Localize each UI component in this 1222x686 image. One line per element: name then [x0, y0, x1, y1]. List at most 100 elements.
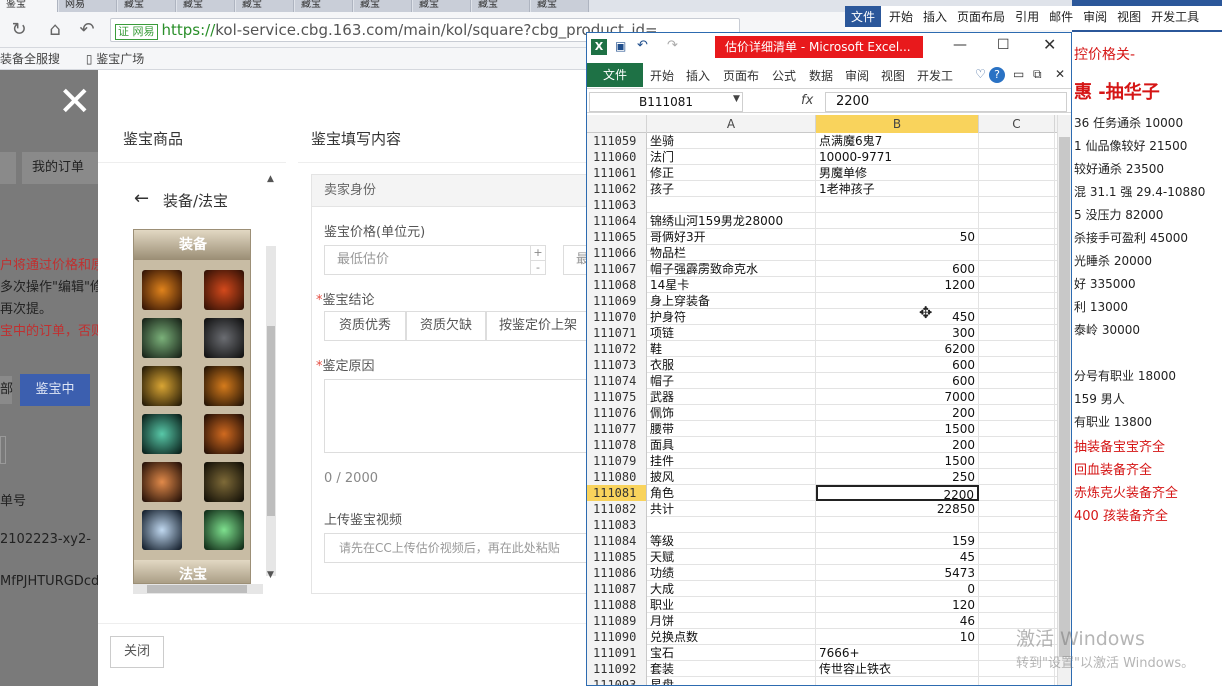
cell-c[interactable]: [979, 677, 1055, 685]
vertical-scrollbar[interactable]: [266, 246, 276, 576]
ribbon-minimize-icon[interactable]: ▭: [1013, 67, 1024, 81]
row-number[interactable]: 111077: [587, 421, 647, 437]
cell-c[interactable]: [979, 501, 1055, 517]
cell-b[interactable]: 0: [816, 581, 979, 597]
cell-c[interactable]: [979, 229, 1055, 245]
cell-b[interactable]: 450: [816, 309, 979, 325]
filter-active-button[interactable]: 鉴宝中: [20, 374, 90, 406]
browser-tab[interactable]: 藏宝: [354, 0, 412, 12]
cell-a[interactable]: 身上穿装备: [647, 293, 816, 309]
ribbon-close-icon[interactable]: ✕: [1055, 67, 1065, 81]
row-number[interactable]: 111075: [587, 389, 647, 405]
cell-b[interactable]: 250: [816, 469, 979, 485]
cell-c[interactable]: [979, 197, 1055, 213]
cell-a[interactable]: 佩饰: [647, 405, 816, 421]
cell-a[interactable]: 法门: [647, 149, 816, 165]
row-number[interactable]: 111084: [587, 533, 647, 549]
row-number[interactable]: 111073: [587, 357, 647, 373]
row-number[interactable]: 111061: [587, 165, 647, 181]
select-all-corner[interactable]: [587, 115, 647, 133]
video-link-input[interactable]: 请先在CC上传估价视频后，再在此处粘贴: [324, 533, 604, 563]
chevron-down-icon[interactable]: ▼: [733, 94, 740, 104]
row-number[interactable]: 111089: [587, 613, 647, 629]
filter-all-button[interactable]: 部: [0, 376, 13, 404]
cell-c[interactable]: [979, 581, 1055, 597]
cell-a[interactable]: 护身符: [647, 309, 816, 325]
cell-a[interactable]: 挂件: [647, 453, 816, 469]
cell-a[interactable]: 锦绣山河159男龙28000: [647, 213, 816, 229]
cell-c[interactable]: [979, 277, 1055, 293]
word-tab[interactable]: 开始: [889, 10, 913, 24]
row-number[interactable]: 111060: [587, 149, 647, 165]
browser-tab[interactable]: 藏宝: [413, 0, 471, 12]
column-header-c[interactable]: C: [979, 115, 1055, 133]
cell-c[interactable]: [979, 149, 1055, 165]
cell-c[interactable]: [979, 165, 1055, 181]
equip-orb-icon[interactable]: [204, 510, 244, 550]
close-icon[interactable]: ✕: [58, 82, 92, 122]
row-number[interactable]: 111066: [587, 245, 647, 261]
cell-a[interactable]: 孩子: [647, 181, 816, 197]
cell-b[interactable]: [816, 213, 979, 229]
cell-b[interactable]: 120: [816, 597, 979, 613]
cell-a[interactable]: 帽子强霹雳致命克水: [647, 261, 816, 277]
word-tab[interactable]: 邮件: [1049, 10, 1073, 24]
word-tab[interactable]: 开发工具: [1151, 10, 1199, 24]
cell-b[interactable]: 600: [816, 261, 979, 277]
tab-jianbao[interactable]: [0, 152, 16, 184]
row-number[interactable]: 111079: [587, 453, 647, 469]
row-number[interactable]: 111083: [587, 517, 647, 533]
checkbox[interactable]: [0, 436, 6, 464]
browser-tab[interactable]: 网易: [59, 0, 117, 12]
formula-input[interactable]: 2200: [825, 92, 1067, 112]
column-header-b[interactable]: B: [816, 115, 979, 133]
row-number[interactable]: 111068: [587, 277, 647, 293]
maximize-icon[interactable]: ☐: [997, 37, 1010, 53]
word-file-tab[interactable]: 文件: [845, 6, 882, 27]
cell-c[interactable]: [979, 469, 1055, 485]
cell-b[interactable]: 1500: [816, 453, 979, 469]
scroll-up-icon[interactable]: ▲: [267, 174, 274, 184]
cell-a[interactable]: 鞋: [647, 341, 816, 357]
cell-a[interactable]: 大成: [647, 581, 816, 597]
cell-a[interactable]: [647, 197, 816, 213]
cell-a[interactable]: 衣服: [647, 357, 816, 373]
row-number[interactable]: 111086: [587, 565, 647, 581]
cell-c[interactable]: [979, 405, 1055, 421]
cell-b[interactable]: 600: [816, 357, 979, 373]
cell-b[interactable]: 45: [816, 549, 979, 565]
row-number[interactable]: 111071: [587, 325, 647, 341]
horizontal-scrollbar[interactable]: [133, 584, 263, 594]
minimize-icon[interactable]: —: [953, 37, 967, 53]
ribbon-restore-icon[interactable]: ⧉: [1033, 67, 1042, 82]
cell-c[interactable]: [979, 245, 1055, 261]
ribbon-tab[interactable]: 公式: [772, 67, 796, 84]
scroll-down-icon[interactable]: ▼: [267, 570, 274, 580]
word-tab[interactable]: 审阅: [1083, 10, 1107, 24]
row-number[interactable]: 111085: [587, 549, 647, 565]
bookmark-item[interactable]: 鉴宝广场: [96, 52, 144, 66]
word-tab[interactable]: 页面布局: [957, 10, 1005, 24]
row-number[interactable]: 111078: [587, 437, 647, 453]
cell-b[interactable]: 点满魔6鬼7: [816, 133, 979, 149]
refresh-icon[interactable]: ↻: [8, 19, 30, 41]
cell-b[interactable]: 7000: [816, 389, 979, 405]
row-number[interactable]: 111070: [587, 309, 647, 325]
row-number[interactable]: 111076: [587, 405, 647, 421]
cell-b[interactable]: 50: [816, 229, 979, 245]
cell-a[interactable]: 坐骑: [647, 133, 816, 149]
column-header-a[interactable]: A: [647, 115, 816, 133]
cell-a[interactable]: 项链: [647, 325, 816, 341]
cell-b[interactable]: 男魔单修: [816, 165, 979, 181]
cell-a[interactable]: 腰带: [647, 421, 816, 437]
row-number[interactable]: 111062: [587, 181, 647, 197]
cell-c[interactable]: [979, 213, 1055, 229]
cell-b[interactable]: [816, 245, 979, 261]
row-number[interactable]: 111064: [587, 213, 647, 229]
close-button[interactable]: 关闭: [110, 636, 164, 668]
row-number[interactable]: 111088: [587, 597, 647, 613]
cell-c[interactable]: [979, 549, 1055, 565]
back-icon[interactable]: ↶: [76, 19, 98, 41]
row-number[interactable]: 111090: [587, 629, 647, 645]
cell-b[interactable]: 7666+: [816, 645, 979, 661]
